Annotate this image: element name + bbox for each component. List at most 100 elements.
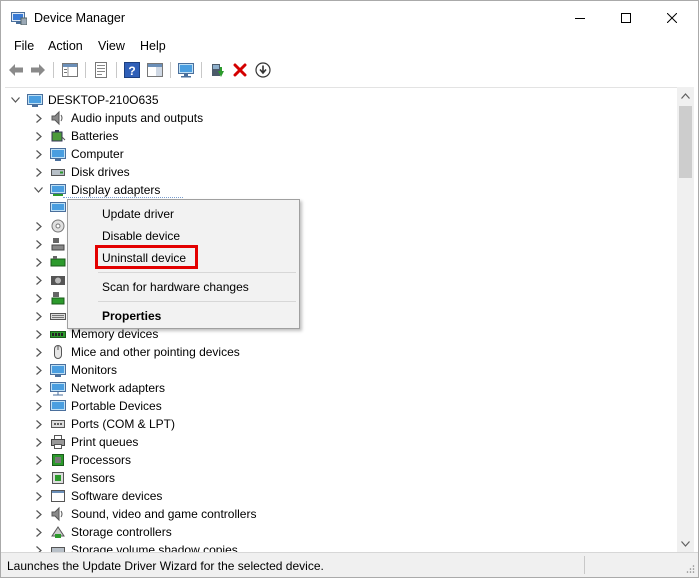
uninstall-device-button[interactable]: [231, 61, 249, 79]
tree-item-storage-controllers[interactable]: Storage controllers: [33, 523, 172, 541]
tree-item-label: Audio inputs and outputs: [71, 111, 204, 125]
vertical-scrollbar[interactable]: [677, 87, 694, 552]
window-title: Device Manager: [34, 11, 126, 25]
menu-bar: File Action View Help: [1, 35, 698, 57]
chevron-right-icon[interactable]: [33, 167, 44, 178]
tree-item-label: Print queues: [71, 435, 139, 449]
chevron-right-icon[interactable]: [33, 383, 44, 394]
action-pane-button[interactable]: [146, 61, 164, 79]
menu-file[interactable]: File: [14, 39, 34, 53]
close-button[interactable]: [649, 1, 695, 35]
chevron-right-icon[interactable]: [33, 473, 44, 484]
menu-update-driver[interactable]: Update driver: [102, 207, 174, 221]
printer-icon: [50, 434, 66, 450]
tree-item-batteries[interactable]: Batteries: [33, 127, 118, 145]
chevron-right-icon[interactable]: [33, 455, 44, 466]
board-icon: [50, 290, 66, 306]
tree-item-disk-drives[interactable]: Disk drives: [33, 163, 130, 181]
update-driver-button[interactable]: [208, 61, 226, 79]
tree-item-label: Memory devices: [71, 327, 159, 341]
tree-item-label: Disk drives: [71, 165, 130, 179]
tree-item-network-adapters[interactable]: Network adapters: [33, 379, 165, 397]
tree-item-audio[interactable]: Audio inputs and outputs: [33, 109, 203, 127]
chevron-down-icon[interactable]: [10, 95, 21, 106]
chevron-right-icon[interactable]: [33, 491, 44, 502]
chevron-right-icon[interactable]: [33, 311, 44, 322]
storage-icon: [50, 524, 66, 540]
root-label: DESKTOP-210O635: [48, 93, 159, 107]
menu-scan-hardware[interactable]: Scan for hardware changes: [102, 280, 249, 294]
chevron-right-icon[interactable]: [33, 329, 44, 340]
scan-hardware-button[interactable]: [177, 61, 195, 79]
tree-item-mice[interactable]: Mice and other pointing devices: [33, 343, 240, 361]
tree-item-ide[interactable]: [33, 253, 71, 271]
menu-view[interactable]: View: [98, 39, 125, 53]
disable-device-button[interactable]: [254, 61, 272, 79]
tree-item-print-queues[interactable]: Print queues: [33, 433, 138, 451]
chevron-right-icon[interactable]: [33, 401, 44, 412]
chevron-right-icon[interactable]: [33, 527, 44, 538]
chevron-right-icon[interactable]: [33, 239, 44, 250]
ide-icon: [50, 254, 66, 270]
chevron-right-icon[interactable]: [33, 113, 44, 124]
tree-item-imaging[interactable]: [33, 271, 71, 289]
chevron-right-icon[interactable]: [33, 275, 44, 286]
tree-item-computer[interactable]: Computer: [33, 145, 124, 163]
help-icon: ?: [124, 62, 140, 78]
chevron-right-icon[interactable]: [33, 509, 44, 520]
tree-item-monitors[interactable]: Monitors: [33, 361, 117, 379]
tree-item-dvd[interactable]: [33, 217, 71, 235]
tree-item-label: Mice and other pointing devices: [71, 345, 240, 359]
tree-item-keyboards[interactable]: [33, 307, 71, 325]
chevron-right-icon[interactable]: [33, 347, 44, 358]
tree-item-portable-devices[interactable]: Portable Devices: [33, 397, 162, 415]
tree-item-storage-shadow[interactable]: Storage volume shadow copies: [33, 541, 238, 552]
tree-root[interactable]: DESKTOP-210O635: [10, 91, 159, 109]
scrollbar-thumb[interactable]: [679, 106, 692, 178]
maximize-button[interactable]: [603, 1, 649, 35]
chevron-down-icon[interactable]: [33, 185, 44, 196]
back-button[interactable]: [7, 61, 25, 79]
tree-item-processors[interactable]: Processors: [33, 451, 131, 469]
menu-disable-device[interactable]: Disable device: [102, 229, 180, 243]
tree-item-ports[interactable]: Ports (COM & LPT): [33, 415, 175, 433]
properties-toolbar-button[interactable]: [92, 61, 110, 79]
menu-properties[interactable]: Properties: [102, 309, 161, 323]
chevron-right-icon[interactable]: [33, 257, 44, 268]
chevron-right-icon[interactable]: [33, 545, 44, 552]
tree-item-label: Software devices: [71, 489, 163, 503]
chevron-right-icon[interactable]: [33, 365, 44, 376]
speaker-icon: [50, 506, 66, 522]
tree-item-input[interactable]: [33, 289, 71, 307]
scroll-down-button[interactable]: [677, 535, 694, 552]
dvd-icon: [50, 218, 66, 234]
tree-item-software-devices[interactable]: Software devices: [33, 487, 162, 505]
chevron-right-icon[interactable]: [33, 293, 44, 304]
tree-item-sensors[interactable]: Sensors: [33, 469, 115, 487]
chevron-right-icon[interactable]: [33, 437, 44, 448]
uninstall-highlight-box: [95, 245, 198, 269]
hid-icon: [50, 236, 66, 252]
update-driver-icon: [212, 64, 224, 77]
monitor-scan-icon: [178, 63, 194, 78]
chevron-down-icon: [681, 540, 690, 547]
menu-help[interactable]: Help: [140, 39, 166, 53]
resize-grip-icon[interactable]: [685, 564, 695, 574]
disk-icon: [50, 164, 66, 180]
show-hide-console-tree-button[interactable]: [61, 61, 79, 79]
tree-item-hid[interactable]: [33, 235, 71, 253]
chevron-right-icon[interactable]: [33, 419, 44, 430]
tree-item-sound-video[interactable]: Sound, video and game controllers: [33, 505, 256, 523]
status-bar: Launches the Update Driver Wizard for th…: [1, 552, 698, 577]
chevron-right-icon[interactable]: [33, 149, 44, 160]
menu-action[interactable]: Action: [48, 39, 83, 53]
scroll-up-button[interactable]: [677, 87, 694, 104]
chevron-right-icon[interactable]: [33, 131, 44, 142]
chevron-right-icon[interactable]: [33, 221, 44, 232]
help-toolbar-button[interactable]: ?: [123, 61, 141, 79]
status-text: Launches the Update Driver Wizard for th…: [7, 559, 324, 573]
forward-arrow-icon: [31, 64, 45, 76]
title-bar[interactable]: Device Manager: [1, 1, 698, 35]
minimize-button[interactable]: [557, 1, 603, 35]
forward-button[interactable]: [29, 61, 47, 79]
